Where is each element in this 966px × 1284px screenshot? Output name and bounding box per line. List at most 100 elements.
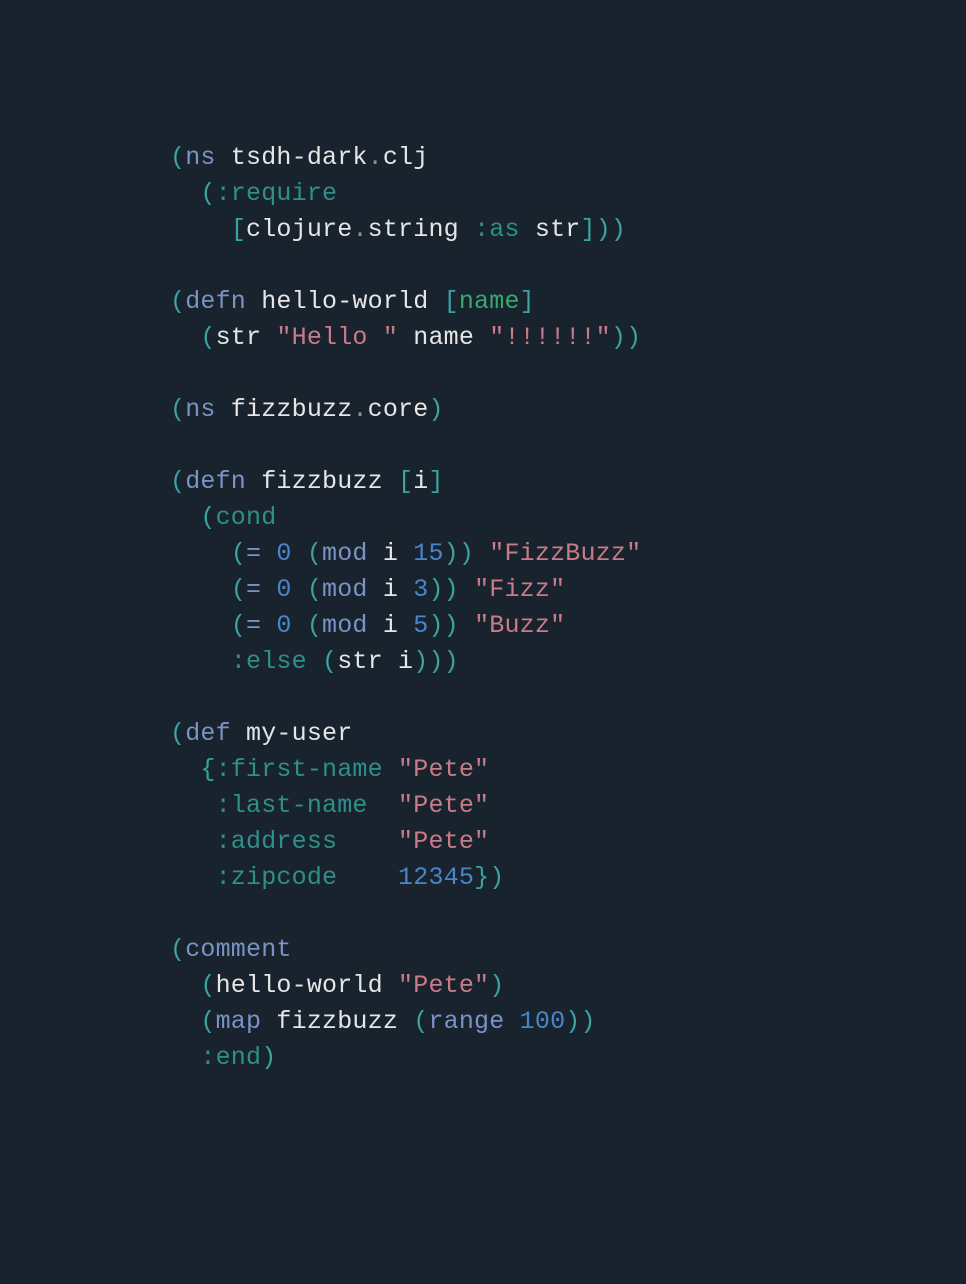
code-line: (hello-world "Pete") (170, 971, 504, 1000)
token-fg: tsdh-dark (216, 143, 368, 172)
code-editor[interactable]: (ns tsdh-dark.clj (:require [clojure.str… (0, 0, 966, 1076)
token-paren: ( (307, 575, 322, 604)
token-fg (292, 611, 307, 640)
token-gray: . (368, 143, 383, 172)
token-builtin: ns (185, 395, 215, 424)
token-fg: i (398, 647, 413, 676)
token-fg (170, 755, 200, 784)
token-number: 12345 (398, 863, 474, 892)
token-kw: :else (231, 647, 307, 676)
token-paren: ( (200, 179, 215, 208)
code-line: :last-name "Pete" (170, 791, 489, 820)
token-bracket: ] (428, 467, 443, 496)
token-string: "Pete" (398, 791, 489, 820)
token-paren: ( (231, 539, 246, 568)
code-line: (:require (170, 179, 337, 208)
token-paren: ) (428, 611, 443, 640)
token-paren: ( (322, 647, 337, 676)
token-kw: :end (200, 1043, 261, 1072)
token-builtin: mod (322, 575, 368, 604)
token-paren: ( (200, 323, 215, 352)
token-fg: hello-world (216, 971, 398, 1000)
token-fg: fizzbuzz (246, 467, 398, 496)
code-line: :address "Pete" (170, 827, 489, 856)
token-bracket: ] (520, 287, 535, 316)
token-fg (292, 575, 307, 604)
code-line: (map fizzbuzz (range 100)) (170, 1007, 596, 1036)
token-number: 100 (520, 1007, 566, 1036)
token-string: "Pete" (398, 971, 489, 1000)
token-fg: str (216, 323, 277, 352)
code-line: {:first-name "Pete" (170, 755, 489, 784)
token-number: 0 (276, 575, 291, 604)
token-paren: ) (459, 539, 474, 568)
token-fg: str (337, 647, 398, 676)
code-line: (def my-user (170, 719, 352, 748)
token-builtin: mod (322, 539, 368, 568)
token-bracket: [ (231, 215, 246, 244)
token-number: 0 (276, 539, 291, 568)
token-paren: ) (444, 647, 459, 676)
token-number: 3 (413, 575, 428, 604)
token-number: 5 (413, 611, 428, 640)
token-kw: :last-name (216, 791, 368, 820)
token-string: "FizzBuzz" (489, 539, 641, 568)
token-builtin: map (216, 1007, 262, 1036)
token-paren: ) (596, 215, 611, 244)
token-fg (368, 791, 398, 820)
token-fg: fizzbuzz (261, 1007, 413, 1036)
token-paren: ( (200, 1007, 215, 1036)
token-paren: ( (170, 467, 185, 496)
token-paren: ) (489, 863, 504, 892)
token-fg: clojure (246, 215, 352, 244)
token-paren: ) (444, 575, 459, 604)
token-gray: . (352, 395, 367, 424)
token-fg (170, 611, 231, 640)
token-fg (170, 1043, 200, 1072)
token-number: 15 (413, 539, 443, 568)
token-fg (170, 791, 216, 820)
code-line: :zipcode 12345}) (170, 863, 504, 892)
token-builtin: mod (322, 611, 368, 640)
code-line: (= 0 (mod i 15)) "FizzBuzz" (170, 539, 641, 568)
token-brace: } (474, 863, 489, 892)
code-line: (str "Hello " name "!!!!!!")) (170, 323, 641, 352)
token-fg: core (368, 395, 429, 424)
token-builtin: comment (185, 935, 291, 964)
token-kw: :as (474, 215, 520, 244)
token-fg: name (398, 323, 489, 352)
token-kw: cond (216, 503, 277, 532)
token-fg: i (368, 539, 414, 568)
code-line: (ns tsdh-dark.clj (170, 143, 428, 172)
token-builtin: defn (185, 467, 246, 496)
token-kw: :require (216, 179, 338, 208)
token-paren: ( (307, 611, 322, 640)
token-fg (170, 1007, 200, 1036)
token-fg (337, 863, 398, 892)
token-fg: hello-world (246, 287, 444, 316)
token-paren: ( (170, 935, 185, 964)
token-paren: ) (580, 1007, 595, 1036)
code-line: (= 0 (mod i 5)) "Buzz" (170, 611, 565, 640)
token-fg: clj (383, 143, 429, 172)
token-fg: my-user (231, 719, 353, 748)
token-fg (170, 323, 200, 352)
token-builtin: = (246, 539, 276, 568)
token-fg (337, 827, 398, 856)
token-fg (307, 647, 322, 676)
token-fg (292, 539, 307, 568)
token-paren: ) (428, 647, 443, 676)
token-fg (474, 539, 489, 568)
token-fg (170, 647, 231, 676)
token-fg (170, 215, 231, 244)
token-paren: ) (611, 323, 626, 352)
token-paren: ( (413, 1007, 428, 1036)
token-fg (170, 575, 231, 604)
token-builtin: = (246, 611, 276, 640)
token-paren: ) (444, 611, 459, 640)
token-fg (170, 539, 231, 568)
token-fg (459, 611, 474, 640)
token-string: "!!!!!!" (489, 323, 611, 352)
code-line: (ns fizzbuzz.core) (170, 395, 444, 424)
code-line: (defn hello-world [name] (170, 287, 535, 316)
